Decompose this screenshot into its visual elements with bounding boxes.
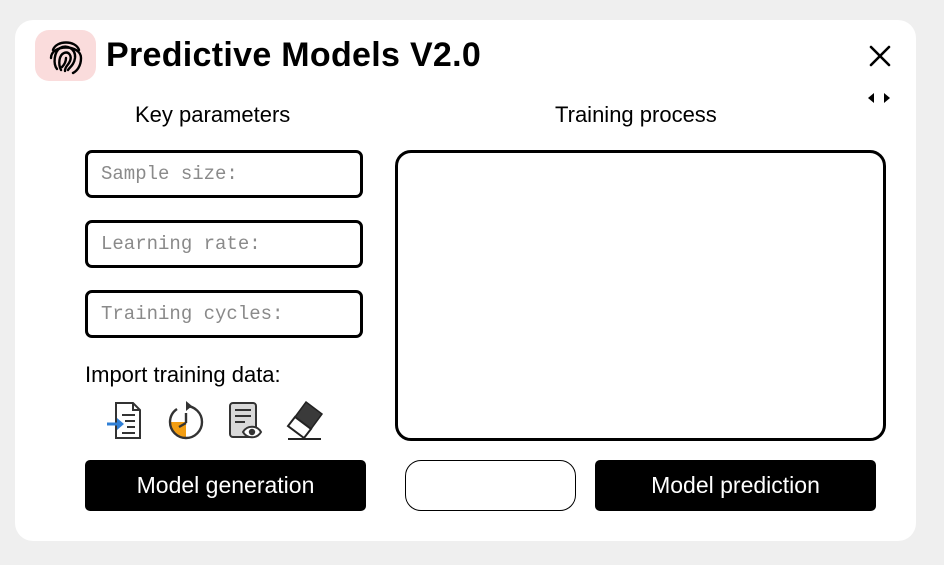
training-process-area <box>395 150 886 441</box>
status-display <box>405 460 576 511</box>
resize-arrows-icon[interactable] <box>867 92 891 104</box>
app-window: Predictive Models V2.0 Key parameters Im… <box>15 20 916 541</box>
model-prediction-label: Model prediction <box>651 472 820 498</box>
fingerprint-icon <box>49 40 82 74</box>
model-generation-label: Model generation <box>136 472 315 498</box>
import-file-icon[interactable] <box>105 400 145 442</box>
app-title: Predictive Models V2.0 <box>106 36 482 74</box>
model-generation-button[interactable]: Model generation <box>85 460 366 511</box>
sample-size-input[interactable] <box>85 150 363 198</box>
app-logo <box>35 30 96 81</box>
eraser-icon[interactable] <box>285 400 325 442</box>
history-icon[interactable] <box>165 400 205 442</box>
import-training-data-label: Import training data: <box>85 362 281 387</box>
close-icon[interactable] <box>866 42 894 70</box>
learning-rate-input[interactable] <box>85 220 363 268</box>
training-process-title: Training process <box>555 102 717 127</box>
model-prediction-button[interactable]: Model prediction <box>595 460 876 511</box>
view-document-icon[interactable] <box>225 400 265 442</box>
training-cycles-input[interactable] <box>85 290 363 338</box>
key-parameters-title: Key parameters <box>135 102 291 127</box>
